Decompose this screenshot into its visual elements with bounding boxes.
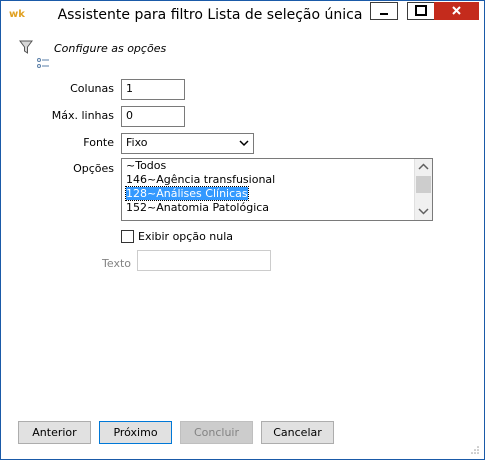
max-linhas-input[interactable]: 0 — [121, 106, 185, 127]
exibir-opcao-nula-checkbox[interactable] — [121, 230, 134, 243]
scroll-down-icon[interactable] — [415, 203, 432, 220]
max-linhas-label: Máx. linhas — [51, 109, 114, 122]
resize-grip-icon[interactable] — [470, 445, 480, 455]
maximize-button[interactable] — [407, 2, 435, 20]
title-bar[interactable]: wk Assistente para filtro Lista de seleç… — [1, 1, 484, 30]
minimize-icon — [380, 13, 388, 15]
header-text: Configure as opções — [54, 42, 167, 55]
scroll-thumb[interactable] — [416, 176, 431, 193]
scroll-up-icon[interactable] — [415, 159, 432, 176]
concluir-button[interactable]: Concluir — [180, 421, 253, 444]
close-button[interactable] — [434, 2, 479, 20]
wizard-header: Configure as opções — [1, 30, 484, 72]
maximize-icon — [415, 5, 427, 16]
list-item[interactable]: ~Todos — [122, 159, 432, 173]
chevron-down-icon — [239, 140, 249, 147]
list-item-selected[interactable]: 128~Análises Clínicas — [122, 186, 432, 201]
opcoes-listbox[interactable]: ~Todos 146~Agência transfusional 128~Aná… — [121, 158, 433, 221]
filter-icon — [19, 40, 33, 54]
list-item[interactable]: 152~Anatomia Patológica — [122, 201, 432, 215]
anterior-button[interactable]: Anterior — [18, 421, 91, 444]
list-item[interactable]: 146~Agência transfusional — [122, 173, 432, 187]
proximo-button[interactable]: Próximo — [99, 421, 172, 444]
fonte-label: Fonte — [83, 136, 114, 149]
window-title: Assistente para filtro Lista de seleção … — [57, 7, 363, 23]
cancelar-button[interactable]: Cancelar — [261, 421, 334, 444]
texto-label: Texto — [102, 257, 131, 270]
dialog-window: wk Assistente para filtro Lista de seleç… — [0, 0, 485, 460]
exibir-opcao-nula-label[interactable]: Exibir opção nula — [138, 230, 233, 243]
texto-input[interactable] — [137, 250, 271, 271]
fonte-select-value: Fixo — [126, 136, 148, 149]
colunas-input[interactable]: 1 — [121, 79, 185, 100]
options-list-icon — [37, 58, 49, 68]
vertical-scrollbar[interactable] — [414, 159, 432, 220]
fonte-select[interactable]: Fixo — [121, 133, 254, 154]
colunas-label: Colunas — [70, 82, 114, 95]
opcoes-label: Opções — [73, 162, 114, 175]
close-icon — [452, 6, 461, 15]
minimize-button[interactable] — [370, 2, 398, 20]
